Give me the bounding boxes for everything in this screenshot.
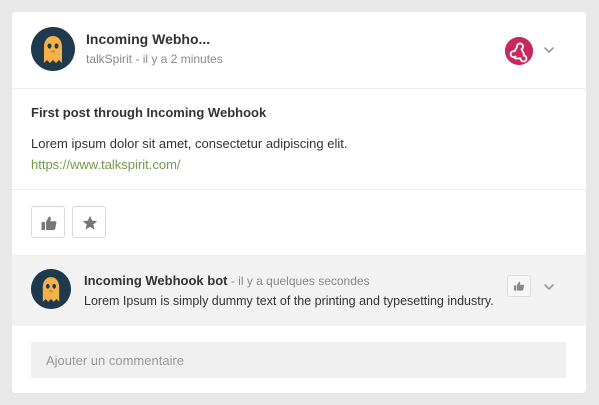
post-meta: talkSpirit - il y a 2 minutes: [86, 52, 223, 66]
chevron-down-icon: [544, 47, 554, 53]
comment-timestamp: - il y a quelques secondes: [227, 274, 370, 288]
post-author-avatar[interactable]: [31, 27, 75, 71]
favorite-button[interactable]: [72, 206, 106, 238]
comment-text: Lorem Ipsum is simply dummy text of the …: [84, 294, 494, 308]
post-body: First post through Incoming Webhook Lore…: [12, 89, 586, 190]
webhook-app-icon: [505, 37, 533, 65]
comment-author-avatar[interactable]: [31, 269, 71, 309]
post-actions: [12, 190, 586, 254]
ghost-avatar-icon: [31, 269, 71, 309]
comment-like-button[interactable]: [507, 275, 531, 297]
post-options-chevron[interactable]: [542, 43, 556, 57]
comment-header: Incoming Webhook bot - il y a quelques s…: [84, 273, 370, 288]
ghost-avatar-icon: [31, 27, 75, 71]
comment-input[interactable]: [31, 342, 566, 378]
post-source[interactable]: talkSpirit: [86, 52, 132, 66]
meta-separator: -: [132, 52, 143, 66]
post-card: Incoming Webho... talkSpirit - il y a 2 …: [12, 12, 586, 393]
post-author-name[interactable]: Incoming Webho...: [86, 31, 210, 47]
comment-options-chevron[interactable]: [542, 280, 556, 294]
chevron-down-icon: [544, 284, 554, 290]
post-timestamp: il y a 2 minutes: [142, 52, 223, 66]
comment-item: Incoming Webhook bot - il y a quelques s…: [12, 255, 586, 326]
comment-author-name[interactable]: Incoming Webhook bot: [84, 273, 227, 288]
post-text: Lorem ipsum dolor sit amet, consectetur …: [31, 136, 348, 151]
star-icon: [82, 215, 98, 230]
thumbs-up-icon: [41, 216, 57, 230]
webhook-icon: [505, 37, 533, 65]
post-link[interactable]: https://www.talkspirit.com/: [31, 157, 181, 172]
post-title: First post through Incoming Webhook: [31, 105, 267, 120]
like-button[interactable]: [31, 206, 65, 238]
thumbs-up-icon: [514, 281, 524, 291]
post-header: Incoming Webho... talkSpirit - il y a 2 …: [12, 12, 586, 89]
